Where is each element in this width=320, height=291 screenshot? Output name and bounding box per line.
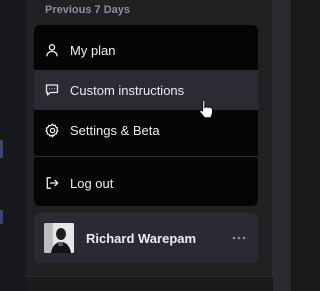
- sidebar-section-heading: Previous 7 Days: [45, 4, 130, 16]
- user-icon: [44, 42, 60, 58]
- menu-item-label: My plan: [70, 42, 116, 58]
- left-edge-highlight: [0, 210, 3, 224]
- menu-item-label: Custom instructions: [70, 82, 185, 98]
- main-pane-edge: [273, 0, 291, 291]
- left-edge-panel: [0, 0, 26, 291]
- ellipsis-icon[interactable]: [232, 231, 246, 245]
- menu-item-custom-instructions[interactable]: Custom instructions: [34, 70, 258, 110]
- logout-icon: [44, 175, 60, 191]
- avatar: [44, 223, 74, 253]
- left-edge-highlight: [0, 140, 3, 158]
- screen: Previous 7 Days My plan Custom instructi…: [0, 0, 291, 291]
- menu-item-label: Log out: [70, 175, 114, 191]
- user-account-button[interactable]: Richard Warepam: [34, 213, 258, 263]
- account-menu: My plan Custom instructions Settings & B…: [34, 25, 258, 206]
- chat-bubble-icon: [44, 82, 60, 98]
- menu-item-my-plan[interactable]: My plan: [34, 30, 258, 70]
- menu-divider: [34, 156, 258, 157]
- menu-item-label: Settings & Beta: [70, 122, 160, 138]
- menu-item-log-out[interactable]: Log out: [34, 163, 258, 203]
- user-name: Richard Warepam: [86, 230, 197, 246]
- menu-item-settings-beta[interactable]: Settings & Beta: [34, 110, 258, 150]
- hand-pointer-cursor-icon: [198, 99, 214, 120]
- gear-icon: [44, 122, 60, 138]
